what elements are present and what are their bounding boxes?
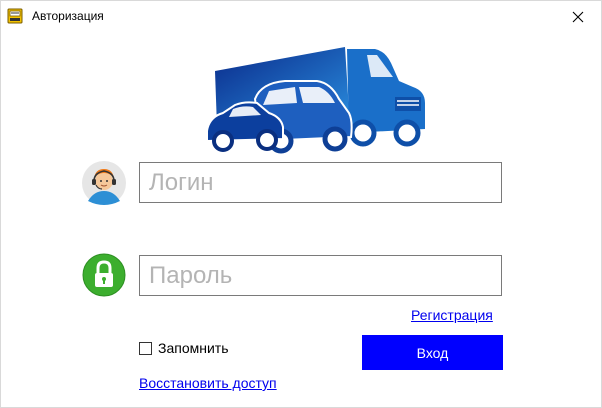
- close-button[interactable]: [555, 1, 601, 32]
- register-link[interactable]: Регистрация: [411, 307, 493, 323]
- login-window: Авторизация Логин Регистрация Запомнить …: [0, 0, 602, 408]
- title-bar[interactable]: Авторизация: [1, 1, 601, 32]
- checkbox-box[interactable]: [139, 341, 152, 355]
- remember-checkbox[interactable]: Запомнить: [139, 340, 229, 356]
- window-title: Авторизация: [32, 9, 104, 23]
- login-input[interactable]: [139, 162, 502, 203]
- close-icon: [572, 11, 584, 22]
- vehicles-logo-icon: [206, 47, 425, 154]
- login-button[interactable]: Вход: [362, 335, 503, 370]
- user-avatar-icon: [82, 161, 126, 205]
- password-input[interactable]: [139, 255, 502, 296]
- app-icon: [7, 8, 23, 24]
- restore-access-link[interactable]: Восстановить доступ: [139, 375, 277, 391]
- remember-label: Запомнить: [158, 340, 229, 356]
- lock-icon: [82, 253, 126, 297]
